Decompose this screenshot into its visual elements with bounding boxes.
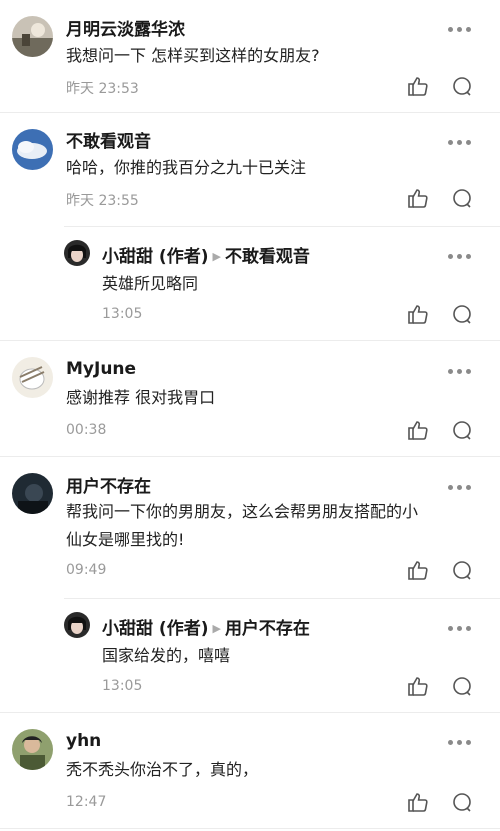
- reply-text: 国家给发的，嘻嘻: [102, 646, 231, 665]
- timestamp: 00:38: [66, 422, 107, 438]
- username[interactable]: MyJune: [66, 359, 136, 379]
- thumbs-up-icon[interactable]: [407, 791, 429, 813]
- timestamp: 09:49: [66, 562, 107, 578]
- divider: [0, 828, 500, 829]
- avatar[interactable]: [12, 473, 53, 514]
- reply-header: 小甜甜 (作者) ▶ 不敢看观音: [102, 242, 310, 267]
- avatar[interactable]: [12, 129, 53, 170]
- more-dots-icon[interactable]: [448, 254, 472, 260]
- comment-text-line: 帮我问一下你的男朋友，这么会帮男朋友搭配的小: [66, 502, 419, 521]
- comment-bubble-icon[interactable]: [451, 303, 473, 325]
- divider: [0, 340, 500, 341]
- comment-bubble-icon[interactable]: [451, 559, 473, 581]
- reply-arrow-icon: ▶: [212, 250, 221, 263]
- comment-bubble-icon[interactable]: [451, 75, 473, 97]
- timestamp: 13:05: [102, 306, 143, 322]
- comment-text: 秃不秃头你治不了，真的，: [66, 760, 259, 779]
- username[interactable]: yhn: [66, 731, 101, 751]
- username[interactable]: 不敢看观音: [66, 127, 151, 152]
- comment-bubble-icon[interactable]: [451, 675, 473, 697]
- comment-text: 我想问一下 怎样买到这样的女朋友?: [66, 46, 320, 65]
- divider: [0, 456, 500, 457]
- more-dots-icon[interactable]: [448, 140, 472, 146]
- timestamp: 昨天 23:55: [66, 193, 139, 209]
- more-dots-icon[interactable]: [448, 369, 472, 375]
- thumbs-up-icon[interactable]: [407, 75, 429, 97]
- comment-bubble-icon[interactable]: [451, 187, 473, 209]
- thumbs-up-icon[interactable]: [407, 675, 429, 697]
- more-dots-icon[interactable]: [448, 740, 472, 746]
- reply-text: 英雄所见略同: [102, 274, 199, 293]
- thumbs-up-icon[interactable]: [407, 559, 429, 581]
- author-avatar[interactable]: [64, 240, 90, 266]
- thumbs-up-icon[interactable]: [407, 419, 429, 441]
- thumbs-up-icon[interactable]: [407, 303, 429, 325]
- reply-arrow-icon: ▶: [212, 622, 221, 635]
- divider: [64, 598, 500, 599]
- comment-bubble-icon[interactable]: [451, 419, 473, 441]
- more-dots-icon[interactable]: [448, 626, 472, 632]
- username[interactable]: 月明云淡露华浓: [66, 15, 185, 40]
- timestamp: 12:47: [66, 794, 107, 810]
- more-dots-icon[interactable]: [448, 27, 472, 33]
- avatar[interactable]: [12, 16, 53, 57]
- reply-target[interactable]: 用户不存在: [225, 619, 310, 639]
- divider: [0, 112, 500, 113]
- author-avatar[interactable]: [64, 612, 90, 638]
- reply-target[interactable]: 不敢看观音: [225, 247, 310, 267]
- comment-bubble-icon[interactable]: [451, 791, 473, 813]
- reply-author[interactable]: 小甜甜 (作者): [102, 619, 208, 639]
- comment-text-line: 仙女是哪里找的!: [66, 530, 185, 549]
- more-dots-icon[interactable]: [448, 485, 472, 491]
- timestamp: 13:05: [102, 678, 143, 694]
- timestamp: 昨天 23:53: [66, 81, 139, 97]
- divider: [64, 226, 500, 227]
- reply-header: 小甜甜 (作者) ▶ 用户不存在: [102, 614, 310, 639]
- divider: [0, 712, 500, 713]
- username[interactable]: 用户不存在: [66, 472, 151, 497]
- thumbs-up-icon[interactable]: [407, 187, 429, 209]
- reply-author[interactable]: 小甜甜 (作者): [102, 247, 208, 267]
- comment-text: 感谢推荐 很对我胃口: [66, 388, 216, 407]
- avatar[interactable]: [12, 729, 53, 770]
- avatar[interactable]: [12, 357, 53, 398]
- comment-text: 哈哈，你推的我百分之九十已关注: [66, 158, 307, 177]
